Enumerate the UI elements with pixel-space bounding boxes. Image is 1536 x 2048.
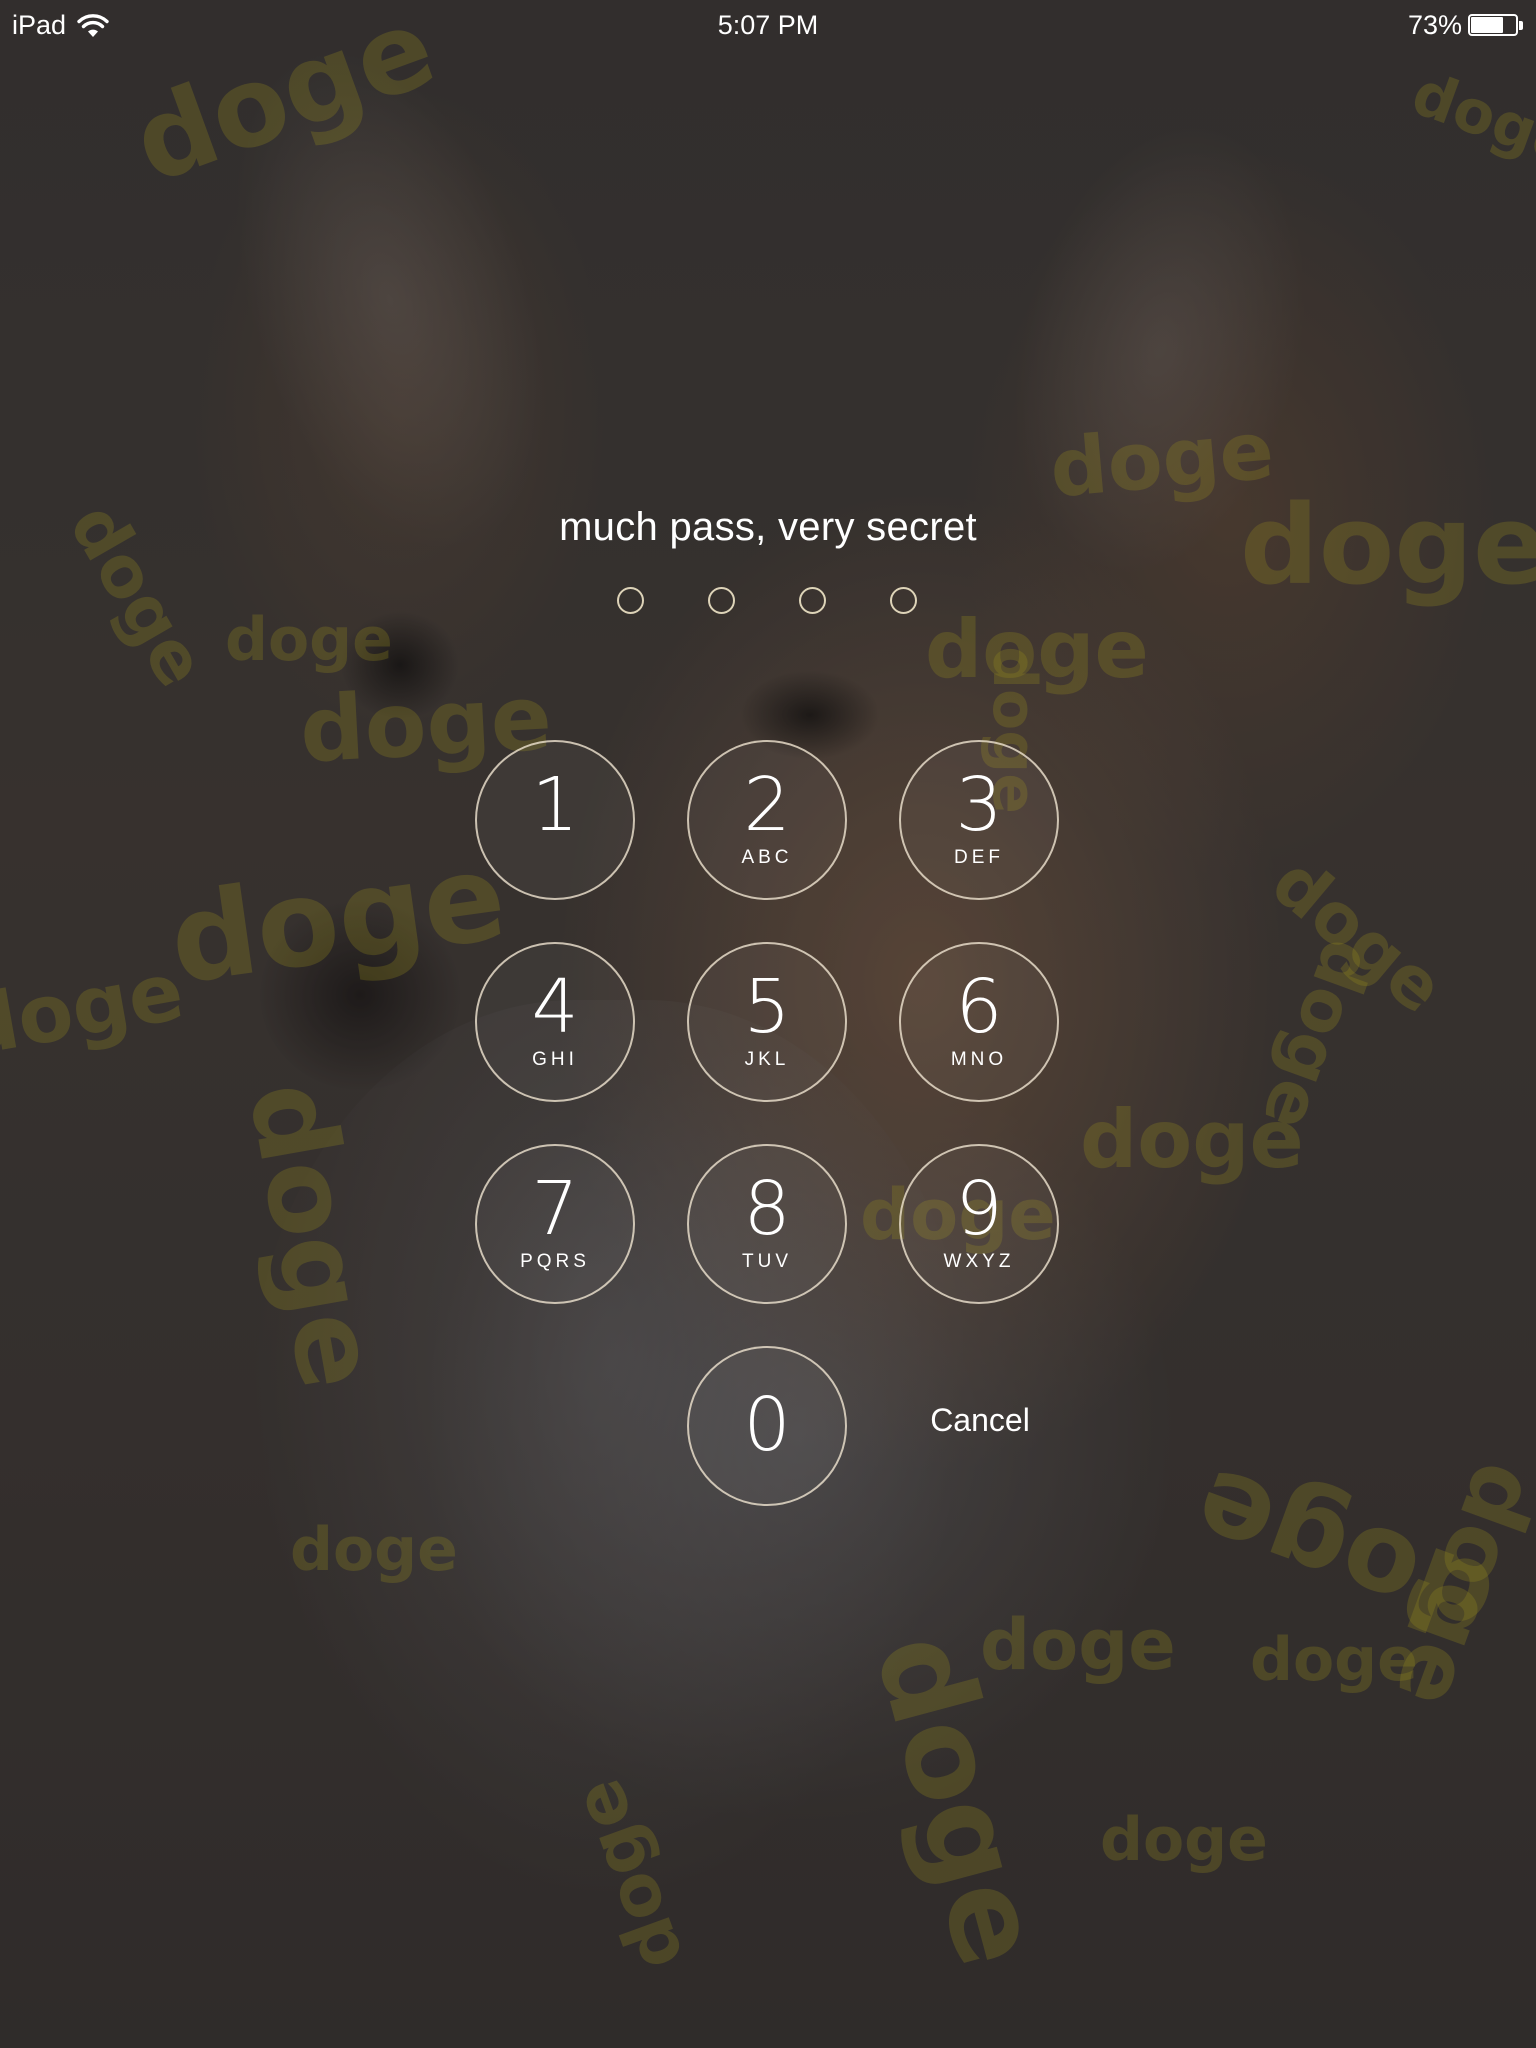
key-7[interactable]: 7 PQRS	[475, 1144, 635, 1304]
key-5[interactable]: 5 JKL	[687, 942, 847, 1102]
key-digit: 8	[743, 1166, 791, 1252]
status-bar-right: 73%	[1408, 10, 1524, 41]
key-digit: 0	[743, 1382, 791, 1468]
key-digit: 4	[531, 964, 579, 1050]
key-letters: MNO	[950, 1049, 1008, 1070]
key-letters: WXYZ	[943, 1251, 1015, 1272]
key-letters: TUV	[742, 1251, 792, 1272]
key-letters: DEF	[954, 847, 1004, 868]
battery-level	[1471, 16, 1503, 33]
key-digit: 2	[743, 762, 791, 848]
status-time: 5:07 PM	[717, 10, 819, 40]
key-1[interactable]: 1	[475, 740, 635, 900]
key-letters: GHI	[532, 1049, 578, 1070]
passcode-dot	[617, 587, 644, 614]
key-4[interactable]: 4 GHI	[475, 942, 635, 1102]
key-digit: 3	[955, 762, 1003, 848]
key-3[interactable]: 3 DEF	[899, 740, 1059, 900]
passcode-dot	[890, 587, 917, 614]
key-letters: JKL	[744, 1049, 790, 1070]
battery-percent: 73%	[1407, 10, 1462, 40]
key-letters: PQRS	[520, 1251, 590, 1272]
passcode-dot	[708, 587, 735, 614]
key-digit: 6	[955, 964, 1003, 1050]
key-digit: 9	[955, 1166, 1003, 1252]
key-8[interactable]: 8 TUV	[687, 1144, 847, 1304]
passcode-dots	[0, 587, 1536, 619]
key-digit: 7	[531, 1166, 579, 1252]
cancel-button[interactable]: Cancel	[900, 1402, 1060, 1439]
passcode-dot	[799, 587, 826, 614]
key-9[interactable]: 9 WXYZ	[899, 1144, 1059, 1304]
status-bar: iPad 5:07 PM 73%	[0, 0, 1536, 50]
key-digit: 5	[743, 964, 791, 1050]
key-digit: 1	[531, 762, 579, 848]
passcode-prompt: much pass, very secret	[559, 505, 977, 549]
key-6[interactable]: 6 MNO	[899, 942, 1059, 1102]
key-0[interactable]: 0	[687, 1346, 847, 1506]
key-letters: ABC	[741, 847, 793, 868]
battery-icon	[1468, 13, 1524, 38]
key-2[interactable]: 2 ABC	[687, 740, 847, 900]
